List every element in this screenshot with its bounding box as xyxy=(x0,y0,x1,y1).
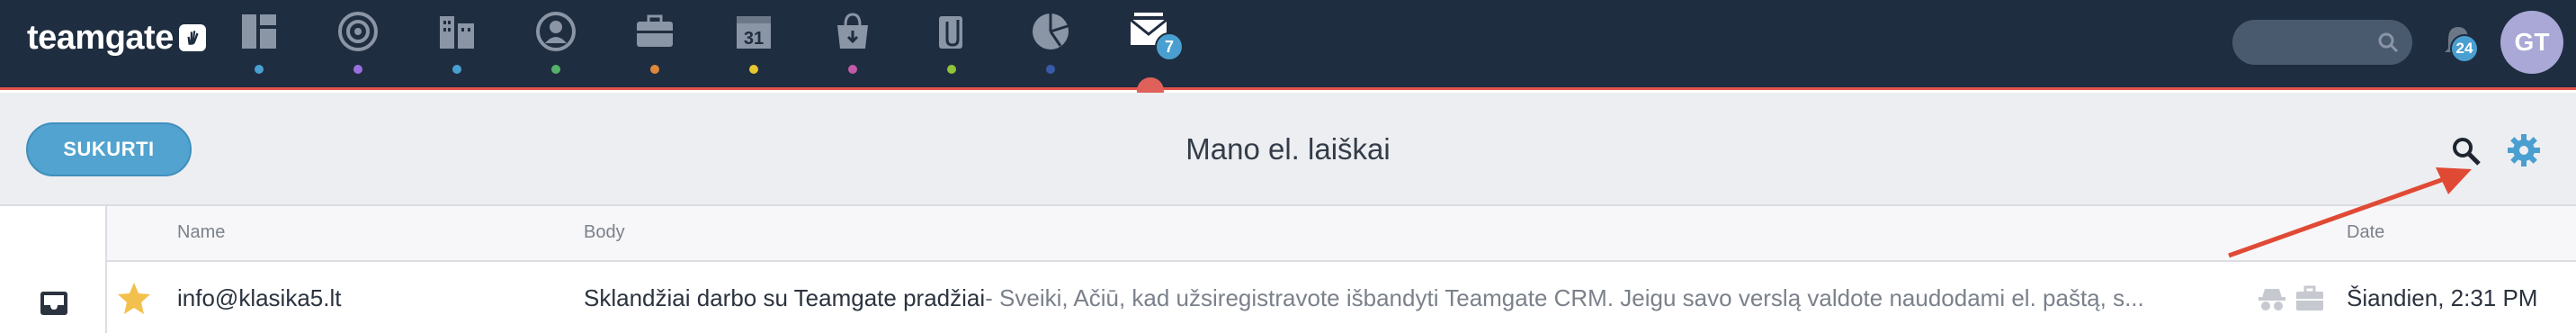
nav-companies[interactable] xyxy=(423,7,491,76)
pie-chart-icon xyxy=(1033,14,1069,50)
nav-dot xyxy=(551,65,560,74)
email-snippet: - Sveiki, Ačiū, kad užsiregistravote išb… xyxy=(985,284,2144,311)
briefcase-icon[interactable] xyxy=(2294,284,2325,314)
briefcase-icon xyxy=(637,14,673,47)
logo-text: teamgate xyxy=(27,18,174,57)
nav-dot xyxy=(353,65,362,74)
inbox-icon[interactable] xyxy=(38,287,70,320)
nav-emails[interactable]: 7 xyxy=(1115,7,1184,76)
person-icon xyxy=(536,12,576,51)
email-sender: info@klasika5.lt xyxy=(177,284,342,311)
email-body-preview: Sklandžiai darbo su Teamgate pradžiai- S… xyxy=(584,284,2203,312)
nav-leads[interactable] xyxy=(324,7,392,76)
gear-icon[interactable] xyxy=(2506,132,2542,168)
nav-dot xyxy=(452,65,461,74)
top-navigation-bar: teamgate 31 7 24 GT xyxy=(0,0,2576,104)
target-icon xyxy=(338,12,378,51)
buildings-icon xyxy=(440,16,474,49)
dashboard-icon xyxy=(242,14,276,49)
nav-deals[interactable] xyxy=(621,7,689,76)
calendar-icon: 31 xyxy=(737,16,771,49)
email-count-badge: 7 xyxy=(1155,32,1184,61)
nav-files[interactable] xyxy=(917,7,986,76)
folder-sidebar xyxy=(0,206,107,333)
page-title: Mano el. laiškai xyxy=(1185,132,1391,166)
nav-people[interactable] xyxy=(522,7,590,76)
annotation-arrow xyxy=(2228,167,2472,258)
nav-reports[interactable] xyxy=(1016,7,1085,76)
nav-dot xyxy=(1046,65,1055,74)
search-icon xyxy=(2378,32,2399,53)
nav-dot xyxy=(650,65,659,74)
teamgate-logo[interactable]: teamgate xyxy=(27,16,206,59)
email-date: Šiandien, 2:31 PM xyxy=(2347,284,2538,311)
global-search-input[interactable] xyxy=(2232,20,2412,65)
nav-dot xyxy=(947,65,956,74)
column-header-body[interactable]: Body xyxy=(584,222,625,243)
incognito-icon[interactable] xyxy=(2257,284,2287,314)
hand-icon xyxy=(178,24,206,51)
table-row[interactable]: info@klasika5.lt Sklandžiai darbo su Tea… xyxy=(107,262,2576,333)
nav-sales[interactable] xyxy=(818,7,887,76)
star-icon[interactable] xyxy=(116,280,152,316)
nav-dot xyxy=(255,65,264,74)
nav-calendar[interactable]: 31 xyxy=(720,7,788,76)
avatar[interactable]: GT xyxy=(2500,11,2563,74)
email-subject: Sklandžiai darbo su Teamgate pradžiai xyxy=(584,284,986,311)
column-header-name[interactable]: Name xyxy=(177,222,225,243)
nav-dashboard[interactable] xyxy=(225,7,293,76)
nav-dot xyxy=(749,65,758,74)
nav-dot xyxy=(848,65,857,74)
svg-text:31: 31 xyxy=(744,29,764,49)
notification-count-badge: 24 xyxy=(2450,34,2479,63)
paperclip-icon xyxy=(939,16,962,49)
table-header: Name Body Date xyxy=(107,206,2576,262)
page-header: SUKURTI Mano el. laiškai xyxy=(0,93,2576,206)
bag-icon xyxy=(837,13,868,49)
